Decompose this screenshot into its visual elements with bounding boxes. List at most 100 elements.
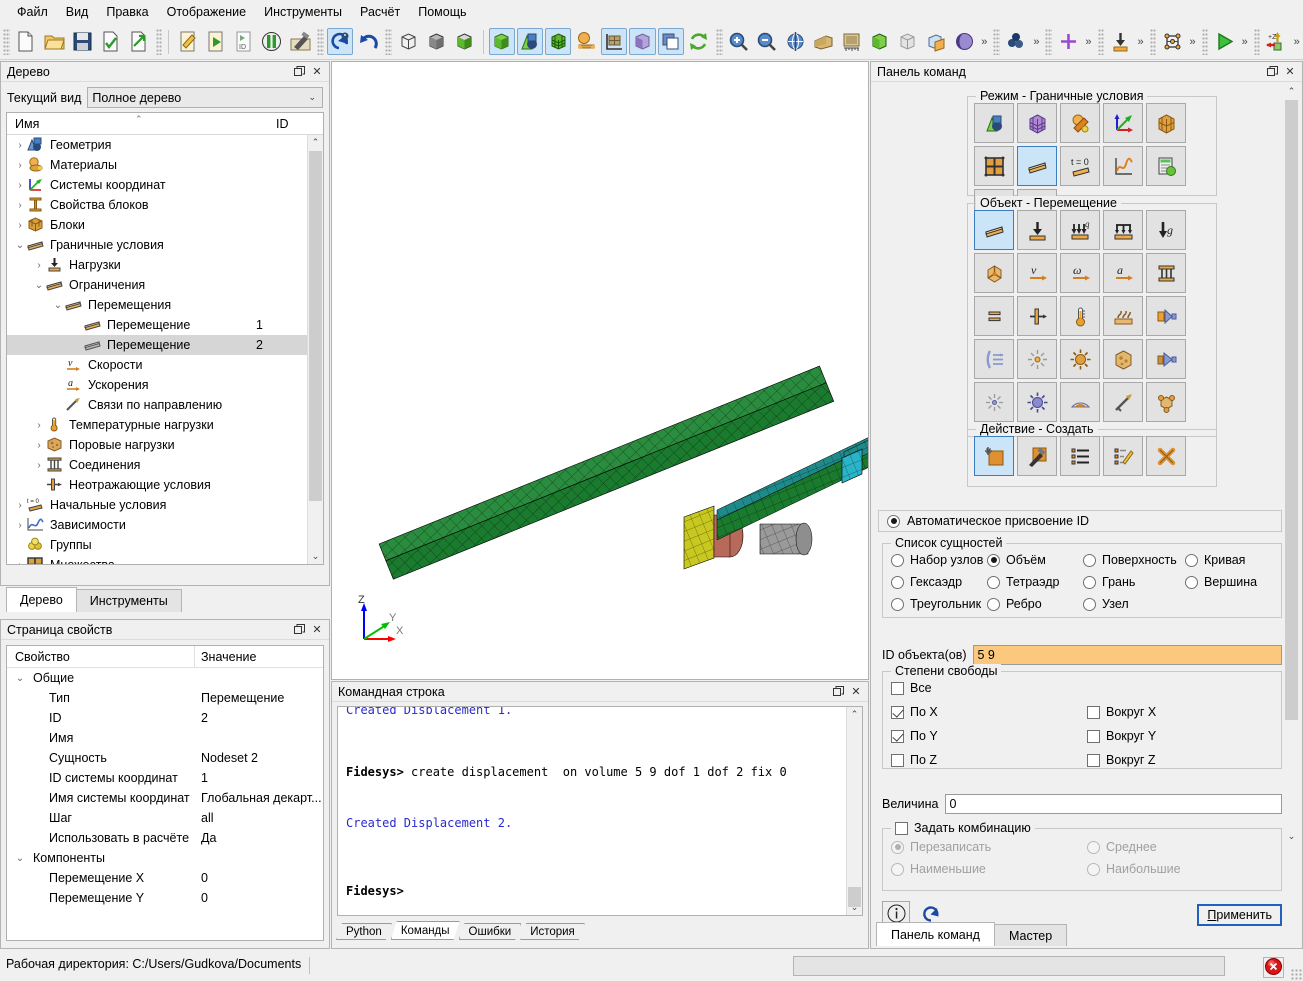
property-row[interactable]: ID системы координат 1 [7, 768, 323, 788]
blocks-orange-cube-icon[interactable] [1146, 103, 1186, 143]
smooth-shade-cube-icon[interactable] [451, 28, 477, 55]
entity-option[interactable]: Поверхность [1083, 553, 1185, 567]
property-row[interactable]: ⌄ Общие [7, 668, 323, 688]
property-row[interactable]: Шаг all [7, 808, 323, 828]
gravity-g-icon[interactable]: g [1146, 210, 1186, 250]
force-arrow-icon[interactable] [1017, 210, 1057, 250]
create-new-icon[interactable] [974, 436, 1014, 476]
chevron-right-icon[interactable]: › [13, 500, 27, 511]
property-row[interactable]: Имя [7, 728, 323, 748]
boundary-condition-icon[interactable] [1017, 146, 1057, 186]
material-ball-icon[interactable] [573, 28, 599, 55]
temperature-icon[interactable] [1060, 296, 1100, 336]
tree-row[interactable]: › Нагрузки [7, 255, 307, 275]
apply-button[interactable]: Применить [1197, 904, 1282, 926]
hiddenline-cube-icon[interactable] [423, 28, 449, 55]
chevron-right-icon[interactable]: › [13, 200, 27, 211]
tree-row[interactable]: Неотражающие условия [7, 475, 307, 495]
acceleration-a-icon[interactable]: a [1103, 253, 1143, 293]
tree-row[interactable]: ⌄ Ограничения [7, 275, 307, 295]
heat-flux-icon[interactable] [1103, 296, 1143, 336]
fit-view-icon[interactable] [810, 28, 836, 55]
new-document-icon[interactable] [13, 28, 39, 55]
edit-list-icon[interactable] [1103, 436, 1143, 476]
tree-panel-float-button[interactable] [291, 64, 307, 80]
transparent-cube-icon[interactable] [629, 28, 656, 55]
chevron-down-icon[interactable]: ⌄ [32, 280, 46, 291]
modify-hammer-icon[interactable] [1017, 436, 1057, 476]
property-row[interactable]: Имя системы координат Глобальная декарт..… [7, 788, 323, 808]
chevron-right-icon[interactable]: › [13, 180, 27, 191]
property-row[interactable]: Перемещение Y 0 [7, 888, 323, 908]
rotate-view-icon[interactable] [782, 28, 808, 55]
fluid-flux-icon[interactable] [1146, 339, 1186, 379]
entity-option[interactable]: Треугольник [891, 597, 987, 611]
reset-icon[interactable] [326, 28, 354, 55]
toolbar-grip-entity-tools[interactable] [1149, 28, 1157, 55]
export-arrow-icon[interactable] [125, 28, 151, 55]
import-check-icon[interactable] [97, 28, 123, 55]
curve-plot-icon[interactable] [1103, 146, 1143, 186]
mesh-purple-cube-icon[interactable] [1017, 103, 1057, 143]
grid-axis-icon[interactable] [601, 28, 628, 55]
clip-plane-icon[interactable] [923, 28, 949, 55]
volume-source-icon[interactable] [1017, 382, 1057, 422]
coordsys-axes-icon[interactable] [1103, 103, 1143, 143]
resize-grip[interactable] [1291, 969, 1302, 980]
gap-icon[interactable] [974, 296, 1014, 336]
tree-row[interactable]: › Зависимости [7, 515, 307, 535]
undo-icon[interactable] [355, 28, 381, 55]
geometry-primitives-icon[interactable] [516, 28, 543, 55]
command-panel-scrollbar[interactable]: ⌃ ⌄ [1284, 84, 1299, 844]
toolbar-overflow-bc-tools[interactable]: » [1134, 36, 1146, 48]
pressure-icon[interactable] [1103, 210, 1143, 250]
toolbar-grip-journal[interactable] [155, 28, 163, 55]
pause-icon[interactable] [259, 28, 285, 55]
displacement-icon[interactable] [974, 210, 1014, 250]
property-row[interactable]: Сущность Nodeset 2 [7, 748, 323, 768]
tree-row[interactable]: › Геометрия [7, 135, 307, 155]
toolbar-overflow-node-tools[interactable]: » [1082, 36, 1094, 48]
entity-radio[interactable] [987, 575, 1000, 589]
property-panel-close-button[interactable]: ✕ [309, 622, 325, 638]
tree-row[interactable]: › Поровые нагрузки [7, 435, 307, 455]
menu-item-0[interactable]: Файл [8, 3, 57, 21]
property-panel-float-button[interactable] [291, 622, 307, 638]
pore-pressure-icon[interactable] [1103, 339, 1143, 379]
zoom-in-icon[interactable] [726, 28, 752, 55]
entity-radio[interactable] [1185, 553, 1198, 567]
chevron-right-icon[interactable]: › [32, 420, 46, 431]
chevron-right-icon[interactable]: › [13, 560, 27, 565]
tree-row[interactable]: v Скорости [7, 355, 307, 375]
stop-button[interactable] [1263, 957, 1284, 978]
contact-pair-icon[interactable] [1146, 253, 1186, 293]
vertex-cross-icon[interactable] [1055, 28, 1081, 55]
toolbar-grip-mesh-tools[interactable] [993, 28, 1001, 55]
dof-option[interactable]: Вокруг X [1087, 705, 1277, 719]
property-row[interactable]: ID 2 [7, 708, 323, 728]
tree-row[interactable]: › Системы координат [7, 175, 307, 195]
dof-checkbox[interactable] [891, 681, 904, 695]
tree-row[interactable]: › Блоки [7, 215, 307, 235]
chevron-down-icon[interactable]: ⌄ [13, 853, 27, 864]
chevron-right-icon[interactable]: › [32, 260, 46, 271]
entity-radio[interactable] [1083, 597, 1096, 611]
tree-vertical-scrollbar[interactable]: ⌃ ⌄ [307, 135, 323, 564]
tree-row[interactable]: a Ускорения [7, 375, 307, 395]
chevron-right-icon[interactable]: › [13, 160, 27, 171]
combination-checkbox[interactable] [895, 821, 908, 835]
chevron-right-icon[interactable]: › [32, 440, 46, 451]
graphics-viewport[interactable]: Z Y X [331, 61, 869, 680]
build-hammer-icon[interactable] [287, 28, 313, 55]
isometric-cube-icon[interactable] [867, 28, 893, 55]
current-view-combobox[interactable]: Полное дерево ⌄ [87, 87, 323, 108]
shade-sphere-icon[interactable] [951, 28, 977, 55]
radiation-flux-icon[interactable] [974, 339, 1014, 379]
sets-grid-icon[interactable] [974, 146, 1014, 186]
toolbar-grip-file[interactable] [3, 28, 10, 55]
entity-radio[interactable] [1185, 575, 1198, 589]
toolbar-overflow-view-nav[interactable]: » [978, 36, 990, 48]
auto-id-radio[interactable] [887, 514, 900, 528]
nonreflecting-icon[interactable] [1017, 296, 1057, 336]
menu-item-3[interactable]: Отображение [158, 3, 255, 21]
